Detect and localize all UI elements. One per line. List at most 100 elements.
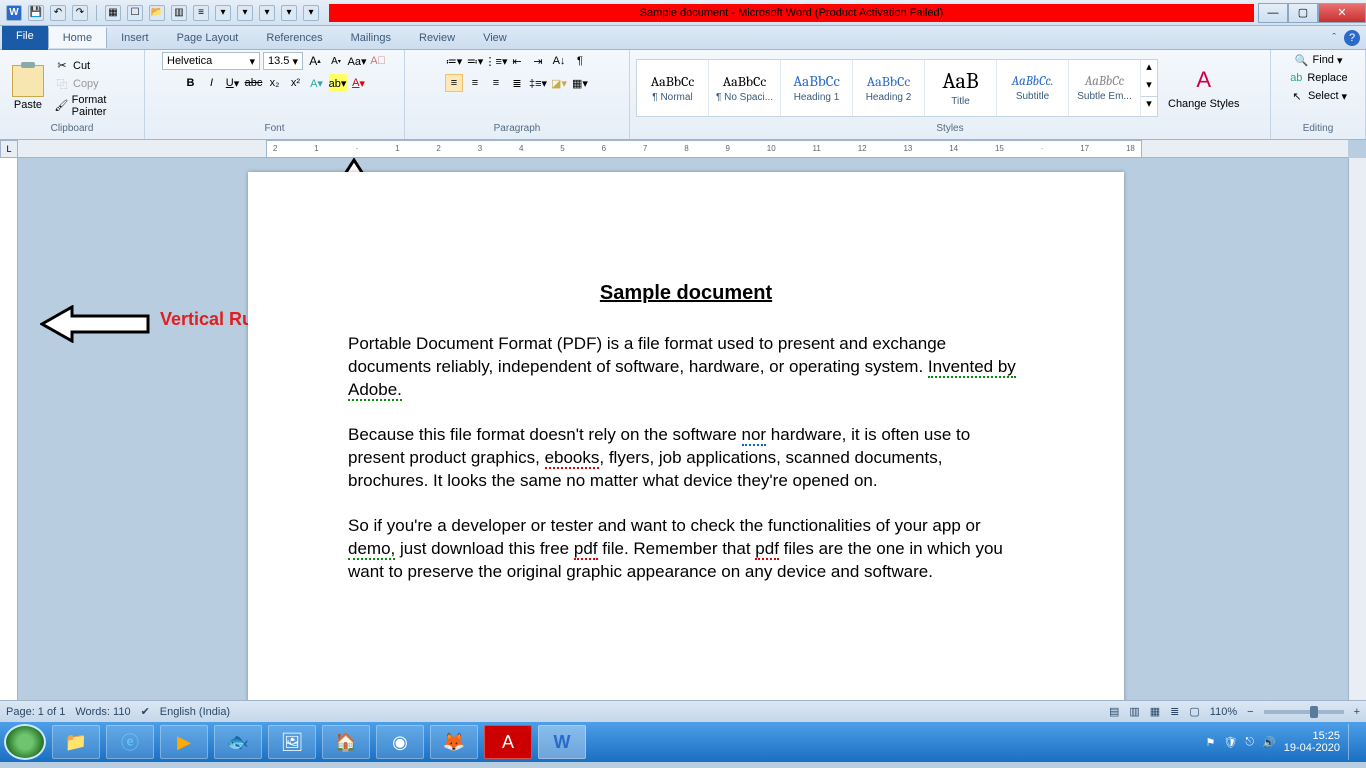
view-fullscreen-icon[interactable]: ▥ — [1129, 705, 1139, 718]
taskbar-chrome-icon[interactable]: ◉ — [376, 725, 424, 759]
tray-action-center-icon[interactable]: ⚑ — [1205, 736, 1215, 749]
qat-more3-icon[interactable]: ▾ — [259, 5, 275, 21]
tray-volume-icon[interactable]: 🔊 — [1262, 736, 1276, 749]
zoom-out-button[interactable]: − — [1247, 706, 1253, 718]
clear-formatting-button[interactable]: A⃠ — [369, 52, 387, 70]
styles-gallery[interactable]: AaBbCc¶ Normal AaBbCc¶ No Spaci... AaBbC… — [636, 59, 1158, 117]
qat-para-icon[interactable]: ≡ — [193, 5, 209, 21]
status-words[interactable]: Words: 110 — [75, 706, 130, 718]
minimize-button[interactable]: — — [1258, 3, 1288, 23]
zoom-in-button[interactable]: + — [1354, 706, 1360, 718]
change-case-button[interactable]: Aa▾ — [348, 52, 366, 70]
show-marks-button[interactable]: ¶ — [571, 52, 589, 70]
maximize-button[interactable]: ▢ — [1288, 3, 1318, 23]
taskbar-word-icon[interactable]: W — [538, 725, 586, 759]
change-styles-button[interactable]: A Change Styles — [1162, 62, 1246, 112]
align-right-button[interactable]: ≡ — [487, 74, 505, 92]
superscript-button[interactable]: x² — [287, 74, 305, 92]
bullets-button[interactable]: ≔▾ — [445, 52, 463, 70]
shading-button[interactable]: ◪▾ — [550, 74, 568, 92]
taskbar-wmp-icon[interactable]: ▶ — [160, 725, 208, 759]
show-desktop-button[interactable] — [1348, 724, 1356, 760]
proofing-icon[interactable]: ✔ — [141, 705, 150, 718]
taskbar-app1-icon[interactable]: 🐟 — [214, 725, 262, 759]
start-button[interactable] — [4, 724, 46, 760]
select-button[interactable]: ↖Select▾ — [1289, 88, 1347, 104]
qat-table-icon[interactable]: ▥ — [171, 5, 187, 21]
font-color-button[interactable]: A▾ — [350, 74, 368, 92]
status-page[interactable]: Page: 1 of 1 — [6, 706, 65, 718]
horizontal-ruler-active[interactable]: 21·123456789101112131415·1718 — [266, 140, 1142, 158]
bold-button[interactable]: B — [182, 74, 200, 92]
view-outline-icon[interactable]: ≣ — [1170, 705, 1179, 718]
numbering-button[interactable]: ≕▾ — [466, 52, 484, 70]
font-size-combo[interactable]: 13.5▾ — [263, 52, 303, 70]
tab-insert[interactable]: Insert — [107, 28, 163, 48]
qat-open-icon[interactable]: 📂 — [149, 5, 165, 21]
style-subtitle[interactable]: AaBbCc.Subtitle — [997, 60, 1069, 116]
borders-button[interactable]: ▦▾ — [571, 74, 589, 92]
format-painter-button[interactable]: 🖌Format Painter — [54, 94, 138, 118]
align-left-button[interactable]: ≡ — [445, 74, 463, 92]
qat-new-icon[interactable]: ☐ — [127, 5, 143, 21]
align-center-button[interactable]: ≡ — [466, 74, 484, 92]
italic-button[interactable]: I — [203, 74, 221, 92]
qat-more2-icon[interactable]: ▾ — [237, 5, 253, 21]
tab-selector-icon[interactable]: L — [0, 140, 18, 158]
copy-button[interactable]: ⿻Copy — [54, 76, 138, 92]
undo-icon[interactable]: ↶ — [50, 5, 66, 21]
view-draft-icon[interactable]: ▢ — [1189, 705, 1199, 718]
view-print-layout-icon[interactable]: ▤ — [1109, 705, 1119, 718]
vertical-scrollbar[interactable] — [1348, 158, 1366, 700]
decrease-indent-button[interactable]: ⇤ — [508, 52, 526, 70]
paste-button[interactable]: Paste — [6, 63, 50, 113]
text-effects-button[interactable]: A▾ — [308, 74, 326, 92]
strikethrough-button[interactable]: abc — [245, 74, 263, 92]
horizontal-ruler[interactable]: 21·123456789101112131415·1718 — [18, 140, 1348, 158]
font-name-combo[interactable]: Helvetica▾ — [162, 52, 260, 70]
qat-customize-icon[interactable]: ▾ — [303, 5, 319, 21]
redo-icon[interactable]: ↷ — [72, 5, 88, 21]
sort-button[interactable]: A↓ — [550, 52, 568, 70]
qat-gridlines-icon[interactable]: ▦ — [105, 5, 121, 21]
qat-more1-icon[interactable]: ▾ — [215, 5, 231, 21]
page[interactable]: Sample document Portable Document Format… — [248, 172, 1124, 700]
tray-clock[interactable]: 15:25 19-04-2020 — [1284, 730, 1340, 754]
multilevel-button[interactable]: ⋮≡▾ — [487, 52, 505, 70]
taskbar-ie-icon[interactable]: ⓔ — [106, 725, 154, 759]
style-title[interactable]: AaBTitle — [925, 60, 997, 116]
style-subtleem[interactable]: AaBbCcSubtle Em... — [1069, 60, 1141, 116]
taskbar-adobe-icon[interactable]: A — [484, 725, 532, 759]
save-icon[interactable]: 💾 — [28, 5, 44, 21]
style-heading2[interactable]: AaBbCcHeading 2 — [853, 60, 925, 116]
tab-review[interactable]: Review — [405, 28, 469, 48]
cut-button[interactable]: ✂Cut — [54, 58, 138, 74]
view-web-icon[interactable]: ▦ — [1150, 705, 1160, 718]
tab-view[interactable]: View — [469, 28, 521, 48]
tab-mailings[interactable]: Mailings — [337, 28, 405, 48]
taskbar-firefox-icon[interactable]: 🦊 — [430, 725, 478, 759]
shrink-font-button[interactable]: A▾ — [327, 52, 345, 70]
status-language[interactable]: English (India) — [160, 706, 230, 718]
tab-references[interactable]: References — [252, 28, 336, 48]
styles-scroll[interactable]: ▴▾▾ — [1141, 60, 1157, 116]
style-heading1[interactable]: AaBbCcHeading 1 — [781, 60, 853, 116]
zoom-slider[interactable] — [1264, 710, 1344, 714]
grow-font-button[interactable]: A▴ — [306, 52, 324, 70]
tab-file[interactable]: File — [2, 26, 48, 50]
tab-home[interactable]: Home — [48, 27, 107, 48]
line-spacing-button[interactable]: ‡≡▾ — [529, 74, 547, 92]
replace-button[interactable]: abReplace — [1288, 70, 1347, 86]
tray-network-icon[interactable]: ⎋ — [1245, 736, 1254, 749]
highlight-button[interactable]: ab▾ — [329, 74, 347, 92]
minimize-ribbon-icon[interactable]: ˆ — [1332, 32, 1336, 44]
qat-more4-icon[interactable]: ▾ — [281, 5, 297, 21]
find-button[interactable]: 🔍Find▾ — [1294, 52, 1343, 68]
increase-indent-button[interactable]: ⇥ — [529, 52, 547, 70]
justify-button[interactable]: ≣ — [508, 74, 526, 92]
help-icon[interactable]: ? — [1344, 30, 1360, 46]
tray-security-icon[interactable]: 🛡 — [1223, 736, 1237, 749]
taskbar-hp-icon[interactable]: 🏠 — [322, 725, 370, 759]
tab-pagelayout[interactable]: Page Layout — [163, 28, 253, 48]
status-zoom[interactable]: 110% — [1210, 706, 1237, 718]
